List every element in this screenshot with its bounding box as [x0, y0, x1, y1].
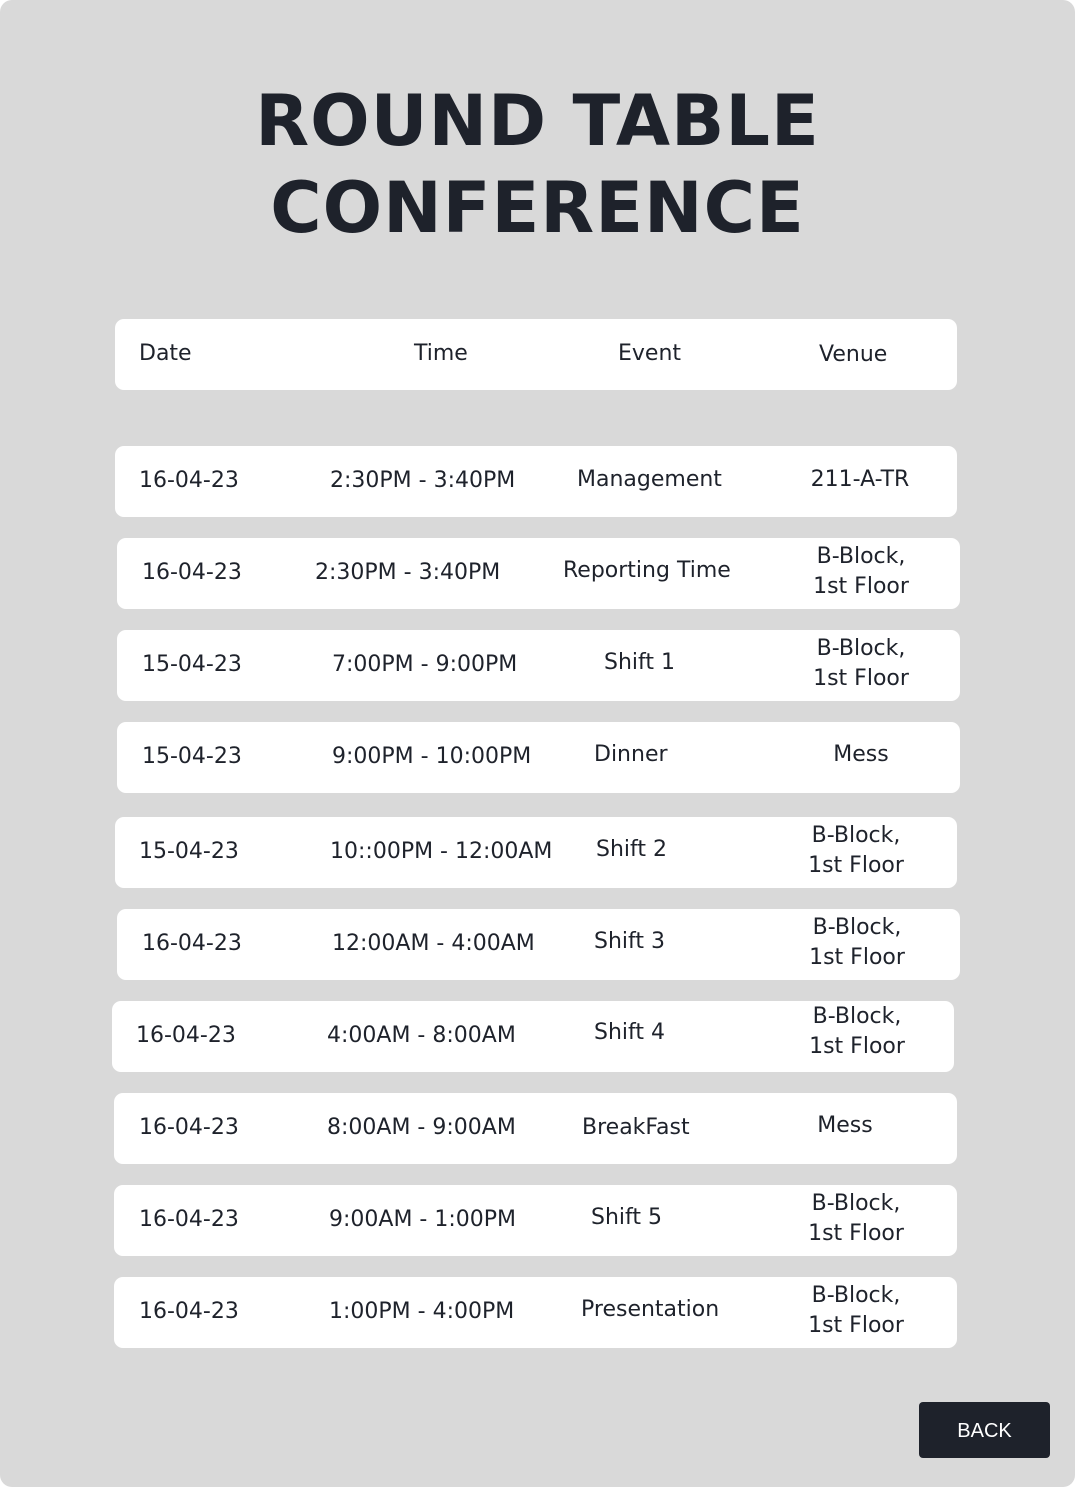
table-row: 16-04-23 4:00AM - 8:00AM Shift 4 B-Block… [112, 1001, 954, 1072]
row-event: Shift 4 [594, 1020, 665, 1045]
row-date: 15-04-23 [142, 744, 242, 769]
row-venue: B-Block, 1st Floor [787, 1002, 927, 1062]
row-event: Reporting Time [563, 558, 731, 583]
venue-line-1: Mess [833, 742, 889, 767]
header-time: Time [414, 341, 468, 366]
row-event: Dinner [594, 742, 668, 767]
row-event: Shift 1 [604, 650, 675, 675]
table-row: 16-04-23 8:00AM - 9:00AM BreakFast Mess [114, 1093, 957, 1164]
header-venue: Venue [819, 342, 888, 367]
venue-line-2: 1st Floor [808, 853, 904, 878]
venue-line-2: 1st Floor [809, 1034, 905, 1059]
row-event: Shift 2 [596, 837, 667, 862]
header-date: Date [139, 341, 192, 366]
venue-line-2: 1st Floor [808, 1313, 904, 1338]
row-date: 16-04-23 [139, 1299, 239, 1324]
row-venue: B-Block, 1st Floor [786, 1189, 926, 1249]
row-venue: B-Block, 1st Floor [787, 913, 927, 973]
row-time: 2:30PM - 3:40PM [315, 560, 501, 585]
table-header: Date Time Event Venue [115, 319, 957, 390]
row-time: 7:00PM - 9:00PM [332, 652, 518, 677]
row-venue: 211-A-TR [790, 465, 930, 495]
page-title: ROUND TABLE CONFERENCE [0, 78, 1075, 252]
header-event: Event [618, 341, 682, 366]
row-event: Shift 3 [594, 929, 665, 954]
venue-line-2: 1st Floor [813, 574, 909, 599]
row-time: 4:00AM - 8:00AM [327, 1023, 516, 1048]
venue-line-2: 1st Floor [808, 1221, 904, 1246]
venue-line-1: 211-A-TR [810, 467, 910, 492]
row-date: 15-04-23 [139, 839, 239, 864]
venue-line-1: B-Block, [812, 915, 902, 940]
venue-line-1: B-Block, [816, 544, 906, 569]
row-date: 16-04-23 [139, 1115, 239, 1140]
row-date: 16-04-23 [139, 1207, 239, 1232]
table-row: 16-04-23 9:00AM - 1:00PM Shift 5 B-Block… [114, 1185, 957, 1256]
venue-line-1: B-Block, [812, 1004, 902, 1029]
table-row: 16-04-23 2:30PM - 3:40PM Management 211-… [115, 446, 957, 517]
row-venue: Mess [775, 1111, 915, 1141]
row-event: Management [577, 467, 722, 492]
row-time: 10::00PM - 12:00AM [330, 839, 553, 864]
row-date: 16-04-23 [139, 468, 239, 493]
row-venue: B-Block, 1st Floor [791, 634, 931, 694]
row-event: Presentation [581, 1297, 720, 1322]
title-line-1: ROUND TABLE [255, 80, 820, 162]
row-event: Shift 5 [591, 1205, 662, 1230]
row-time: 8:00AM - 9:00AM [327, 1115, 516, 1140]
row-time: 9:00AM - 1:00PM [329, 1207, 517, 1232]
venue-line-2: 1st Floor [809, 945, 905, 970]
row-time: 12:00AM - 4:00AM [332, 931, 535, 956]
row-time: 1:00PM - 4:00PM [329, 1299, 515, 1324]
title-line-2: CONFERENCE [270, 167, 805, 249]
table-row: 15-04-23 10::00PM - 12:00AM Shift 2 B-Bl… [115, 817, 957, 888]
table-row: 16-04-23 1:00PM - 4:00PM Presentation B-… [114, 1277, 957, 1348]
row-date: 15-04-23 [142, 652, 242, 677]
row-venue: B-Block, 1st Floor [786, 1281, 926, 1341]
table-row: 15-04-23 7:00PM - 9:00PM Shift 1 B-Block… [117, 630, 960, 701]
venue-line-1: B-Block, [811, 1283, 901, 1308]
venue-line-1: Mess [817, 1113, 873, 1138]
row-time: 9:00PM - 10:00PM [332, 744, 532, 769]
venue-line-2: 1st Floor [813, 666, 909, 691]
table-row: 16-04-23 12:00AM - 4:00AM Shift 3 B-Bloc… [117, 909, 960, 980]
venue-line-1: B-Block, [811, 823, 901, 848]
row-time: 2:30PM - 3:40PM [330, 468, 516, 493]
row-venue: B-Block, 1st Floor [791, 542, 931, 602]
page: ROUND TABLE CONFERENCE Date Time Event V… [0, 0, 1075, 1487]
row-date: 16-04-23 [142, 931, 242, 956]
row-date: 16-04-23 [142, 560, 242, 585]
row-date: 16-04-23 [136, 1023, 236, 1048]
row-venue: Mess [791, 740, 931, 770]
table-row: 15-04-23 9:00PM - 10:00PM Dinner Mess [117, 722, 960, 793]
venue-line-1: B-Block, [816, 636, 906, 661]
venue-line-1: B-Block, [811, 1191, 901, 1216]
table-row: 16-04-23 2:30PM - 3:40PM Reporting Time … [117, 538, 960, 609]
row-event: BreakFast [582, 1115, 690, 1140]
back-button[interactable]: BACK [919, 1402, 1050, 1458]
row-venue: B-Block, 1st Floor [786, 821, 926, 881]
